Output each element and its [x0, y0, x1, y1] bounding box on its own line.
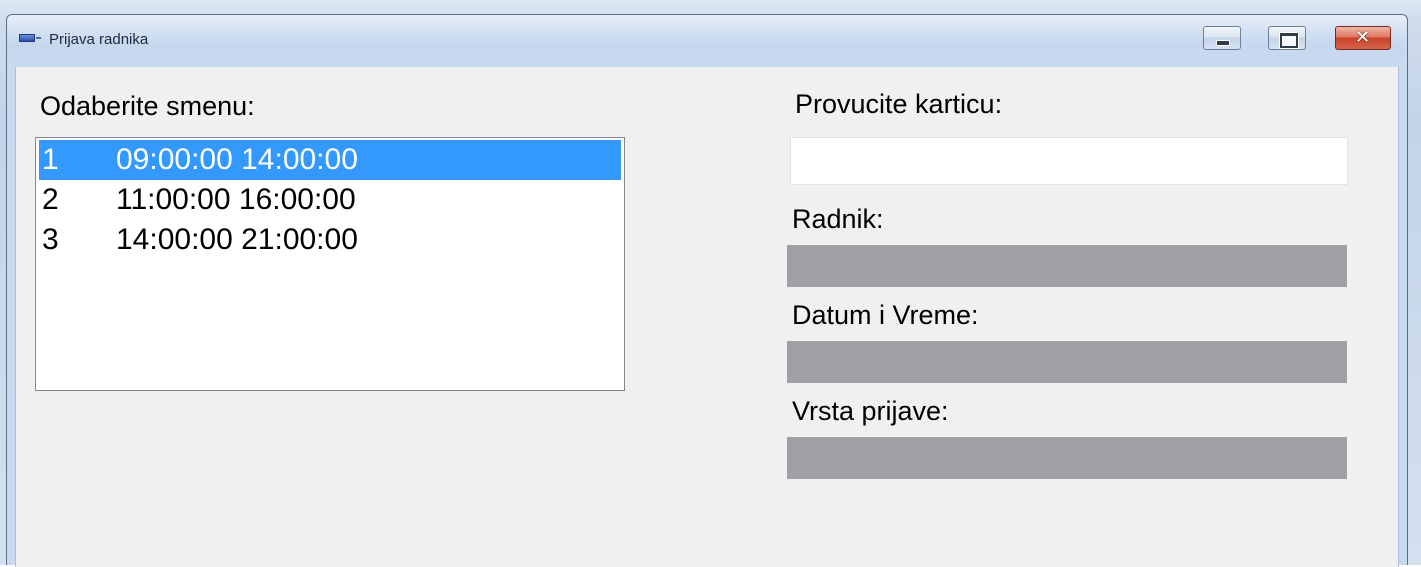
shift-listbox[interactable]: 1 09:00:00 14:00:00 2 11:00:00 16:00:00 …	[35, 137, 625, 391]
worker-field	[787, 245, 1347, 287]
shift-list-item[interactable]: 1 09:00:00 14:00:00	[39, 140, 621, 180]
close-icon: ✕	[1355, 27, 1371, 48]
datetime-field	[787, 341, 1347, 383]
shift-list-item[interactable]: 3 14:00:00 21:00:00	[39, 220, 621, 260]
title-bar[interactable]: Prijava radnika ✕	[7, 15, 1407, 67]
form-client-area: Odaberite smenu: 1 09:00:00 14:00:00 2 1…	[15, 67, 1399, 567]
app-icon-bar	[19, 34, 35, 42]
maximize-button[interactable]	[1268, 26, 1306, 50]
minimize-icon	[1216, 40, 1230, 46]
shift-times: 14:00:00 21:00:00	[116, 223, 358, 256]
app-icon[interactable]	[19, 33, 41, 42]
shift-label: Odaberite smenu:	[40, 91, 255, 121]
shift-times: 09:00:00 14:00:00	[116, 143, 358, 176]
worker-label: Radnik:	[792, 204, 884, 234]
app-icon-dash	[36, 37, 41, 39]
shift-times: 11:00:00 16:00:00	[116, 183, 356, 216]
datetime-label: Datum i Vreme:	[792, 300, 979, 330]
maximize-icon	[1280, 33, 1298, 48]
shift-number: 1	[42, 143, 59, 176]
shift-list-item[interactable]: 2 11:00:00 16:00:00	[39, 180, 621, 220]
app-window: Prijava radnika ✕ Odaberite smenu: 1 09:…	[6, 14, 1408, 567]
close-button[interactable]: ✕	[1335, 26, 1391, 50]
card-input[interactable]	[790, 137, 1348, 185]
window-title: Prijava radnika	[49, 31, 149, 48]
shift-number: 3	[42, 223, 59, 256]
login-type-field	[787, 437, 1347, 479]
shift-number: 2	[42, 183, 59, 216]
card-label: Provucite karticu:	[795, 89, 1003, 119]
login-type-label: Vrsta prijave:	[792, 396, 949, 426]
minimize-button[interactable]	[1203, 26, 1241, 50]
